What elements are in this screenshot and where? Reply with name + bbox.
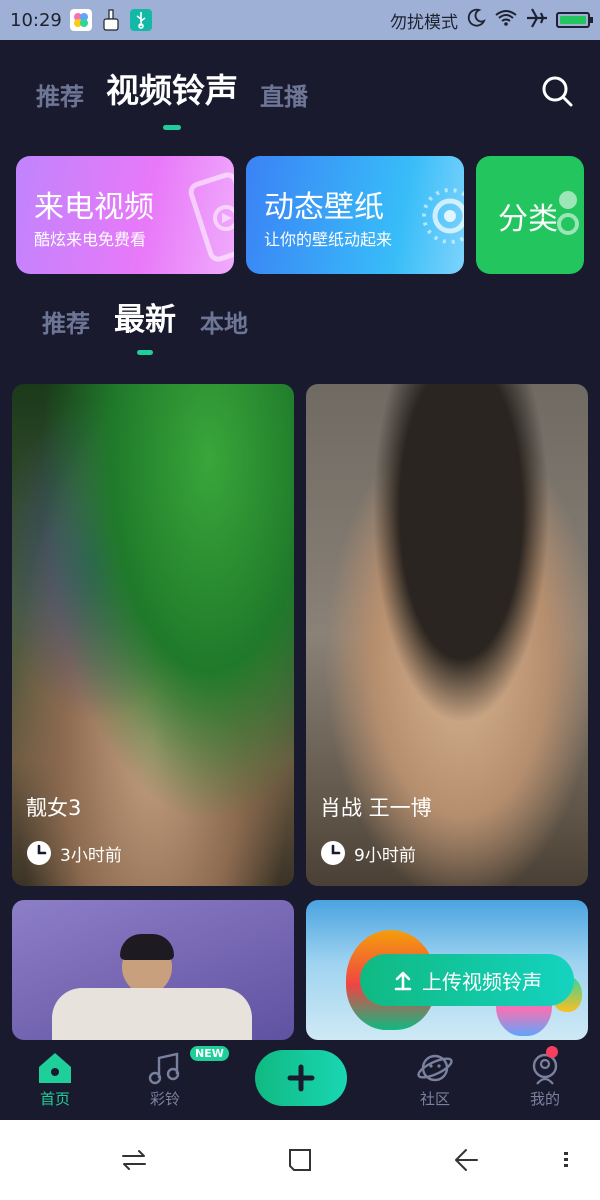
usb-icon [129,9,152,31]
clock-icon [27,841,51,865]
banner-title: 来电视频 [34,190,154,225]
subtab-local[interactable]: 本地 [200,304,248,339]
top-tabs: 推荐 视频铃声 直播 [36,64,308,130]
upload-label: 上传视频铃声 [422,969,542,994]
subtab-indicator [137,350,153,355]
video-time-text: 3小时前 [60,845,122,866]
system-back-button[interactable] [452,1146,480,1178]
battery-icon [556,12,593,28]
nav-home[interactable]: 首页 [15,1050,95,1109]
status-bar: 10:29 勿扰模式 [0,0,600,40]
nav-label: 我的 [529,1090,560,1108]
video-thumbnail [12,900,294,1040]
square-icon [289,1149,311,1171]
sub-tabs: 推荐 最新 本地 [42,294,248,355]
banner-incoming-video[interactable]: 来电视频 酷炫来电免费看 [16,156,234,274]
banner-category[interactable]: 分类 [476,156,584,274]
tab-live[interactable]: 直播 [260,77,308,112]
moon-icon [466,8,486,33]
video-time-text: 9小时前 [354,845,416,866]
upload-video-ringtone-button[interactable]: 上传视频铃声 [360,954,574,1006]
profile-icon [532,1053,558,1085]
video-time: 3小时前 [26,840,122,866]
planet-icon [417,1054,453,1082]
clock-icon [321,841,345,865]
dnd-label: 勿扰模式 [390,12,458,33]
tab-recommend[interactable]: 推荐 [36,77,84,112]
category-icon [557,191,579,235]
video-time: 9小时前 [320,840,416,866]
plus-icon [287,1064,315,1092]
search-icon [542,76,573,107]
system-menu-button[interactable] [560,1146,572,1178]
nav-label: 社区 [419,1090,450,1108]
video-title: 肖战 王一博 [320,796,432,820]
add-button[interactable] [255,1050,347,1106]
subtab-latest[interactable]: 最新 [114,294,176,355]
subtab-recommend[interactable]: 推荐 [42,304,90,339]
tab-indicator [163,125,181,130]
video-card[interactable]: 肖战 王一博 9小时前 [306,384,588,886]
menu-dots-icon [564,1152,568,1167]
video-title: 靓女3 [26,796,82,820]
app-notification-icon [69,9,92,31]
upload-icon [394,971,412,991]
video-card[interactable]: 靓女3 3小时前 [12,384,294,886]
music-note-icon [148,1052,180,1085]
nav-label: 首页 [39,1090,70,1108]
tab-video-ringtone[interactable]: 视频铃声 [106,64,238,130]
switch-arrows-icon [122,1150,146,1170]
banner-subtitle: 让你的壁纸动起来 [264,230,393,249]
search-button[interactable] [540,74,574,108]
back-arrow-icon [455,1149,478,1171]
banner-title: 分类 [498,202,558,237]
video-card[interactable] [12,900,294,1040]
banner-live-wallpaper[interactable]: 动态壁纸 让你的壁纸动起来 [246,156,464,274]
system-nav-bar [0,1120,600,1200]
nav-label: 彩铃 [149,1090,180,1108]
wifi-icon [494,9,518,32]
notification-dot [546,1046,558,1058]
home-icon [39,1053,71,1083]
phone-video-icon [188,172,234,262]
nav-mine[interactable]: 我的 [505,1050,585,1109]
status-time: 10:29 [10,9,62,31]
system-home-button[interactable] [286,1146,314,1178]
nav-community[interactable]: 社区 [395,1050,475,1109]
system-switch-button[interactable] [120,1146,148,1178]
banner-title: 动态壁纸 [264,190,384,225]
wallpaper-icon [422,188,464,244]
airplane-icon [526,7,548,33]
cleaner-icon [100,9,122,31]
banner-subtitle: 酷炫来电免费看 [34,230,147,249]
new-badge: NEW [190,1046,229,1061]
